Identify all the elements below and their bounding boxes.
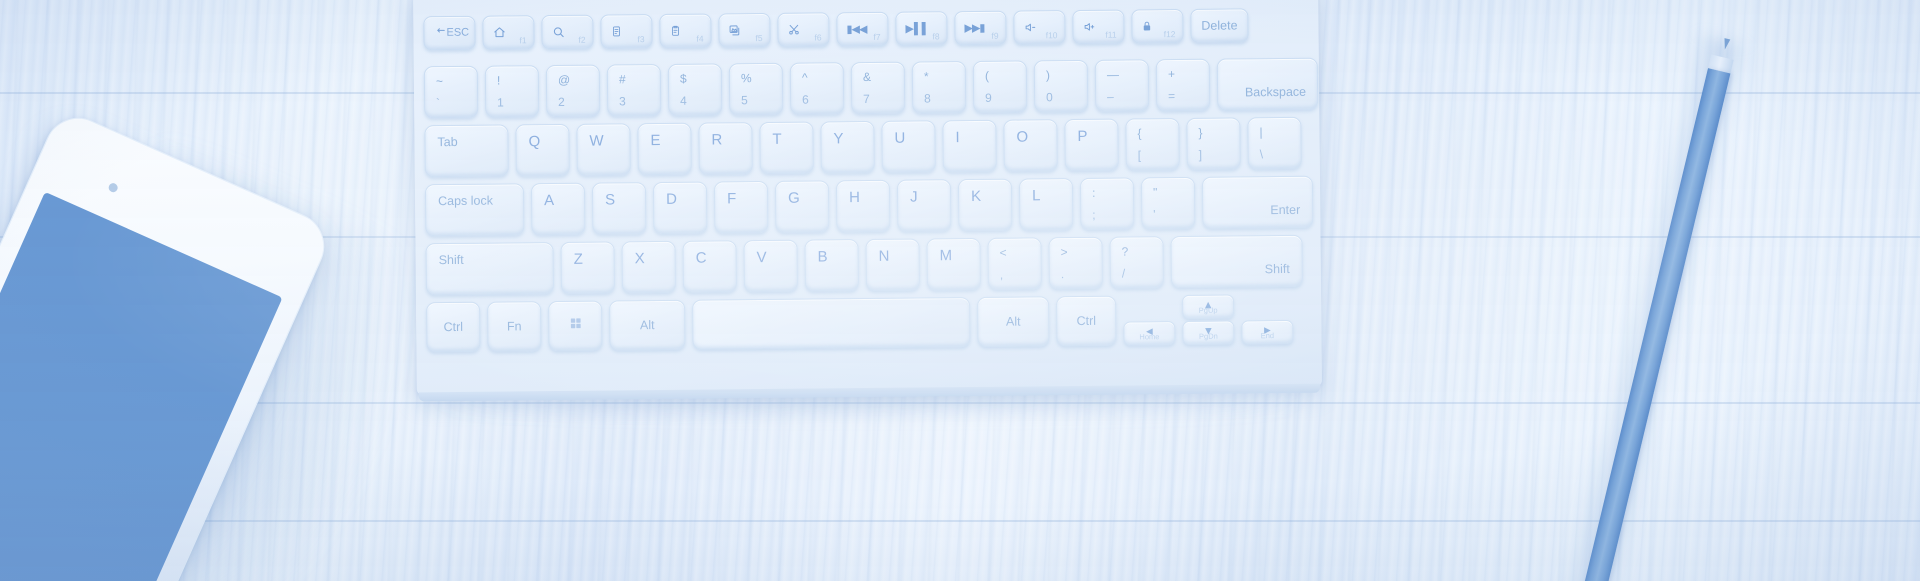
flat-lay-photo-scene: ESCf1f2f3f4f5f6▮◀◀f7▶▌▌f8▶▶▮f9f10f11f12D… xyxy=(0,0,1920,581)
photo-vignette xyxy=(0,0,1920,581)
